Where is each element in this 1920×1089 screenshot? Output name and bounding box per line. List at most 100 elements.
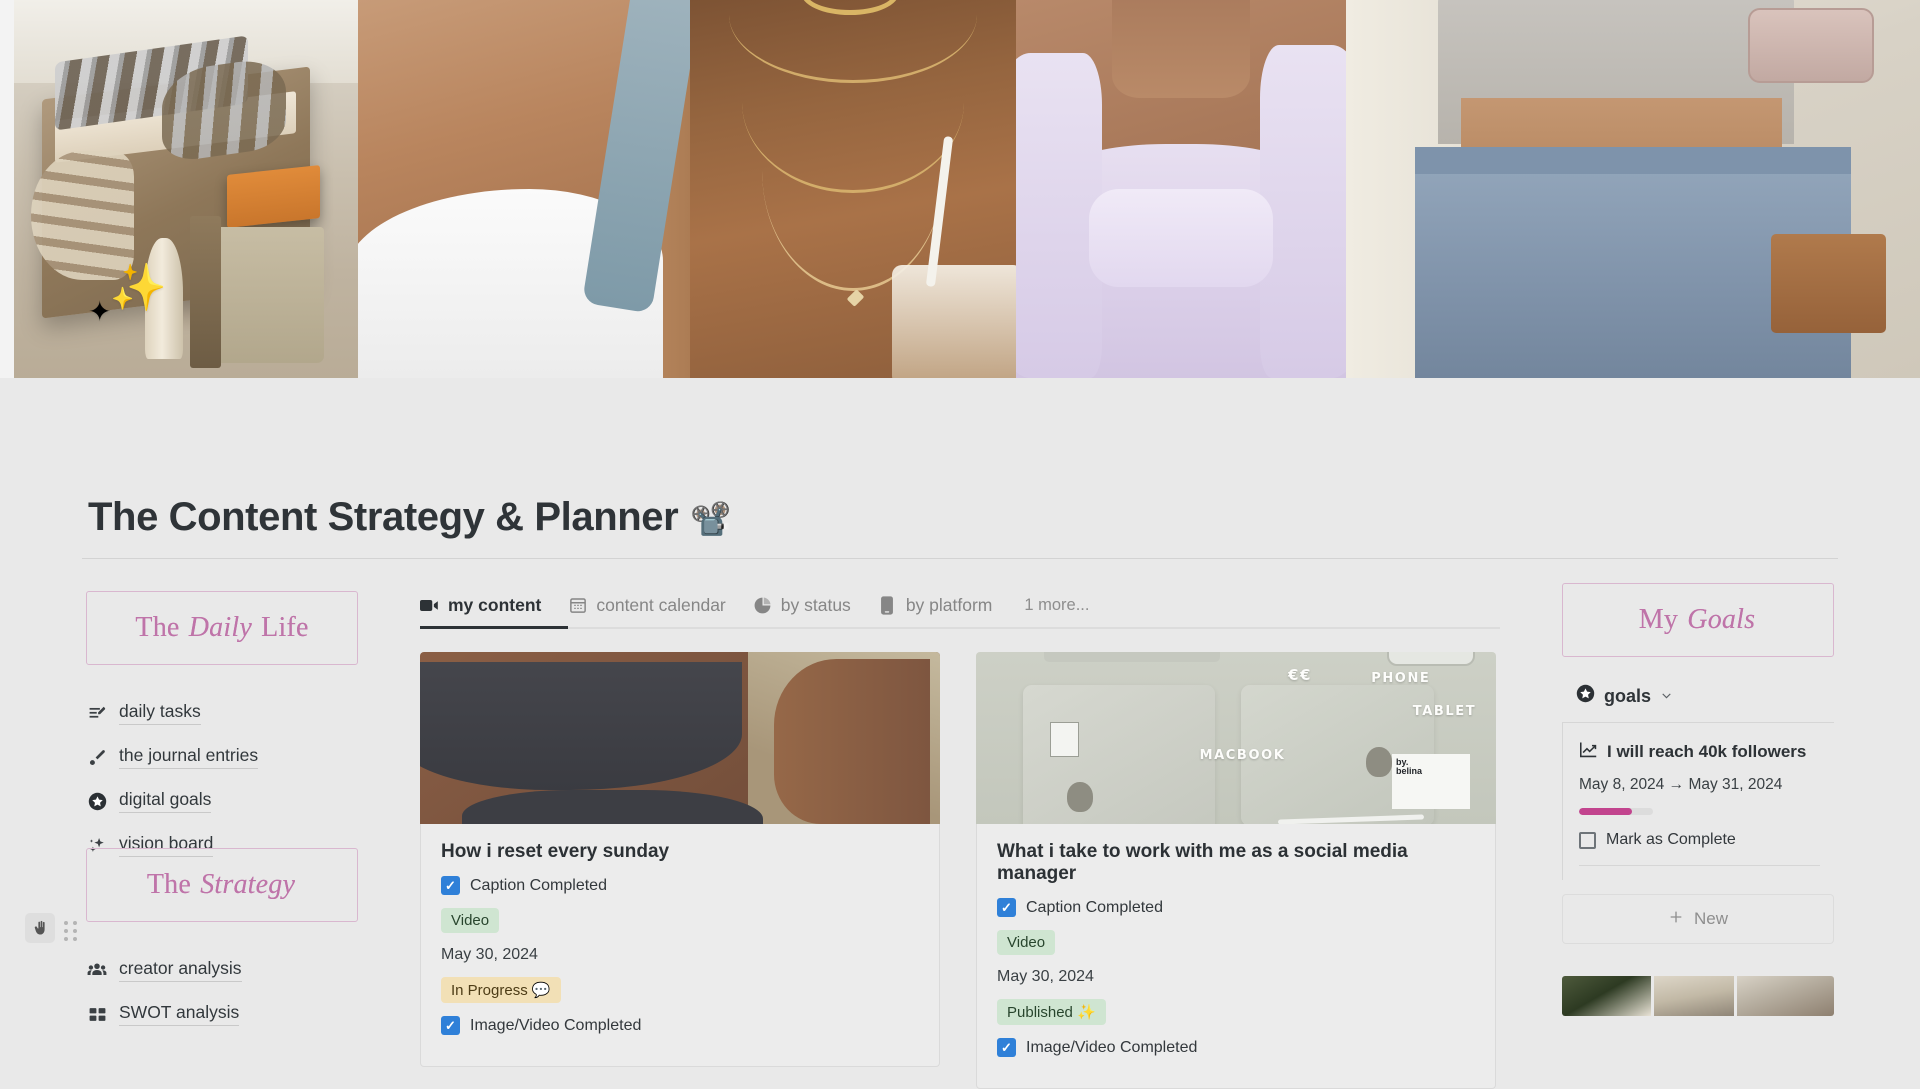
sparkle-large-icon: ✨ [109,261,167,313]
hand-cursor-icon [25,913,55,943]
goal-title-text: I will reach 40k followers [1607,742,1807,761]
card-thumbnail-desk-devices[interactable]: by. belina €€ PHONE TABLET MACBOOK [976,652,1496,824]
star-circle-icon [1576,684,1595,708]
checkbox-checked-icon[interactable]: ✓ [441,876,460,895]
my-goals-card[interactable]: My Goals [1562,583,1834,657]
people-group-icon [86,959,108,981]
media-completed-row[interactable]: ✓ Image/Video Completed [441,1016,919,1035]
tab-label: my content [448,594,542,615]
banner-image-gold-necklaces [690,0,1016,378]
checkbox-checked-icon[interactable]: ✓ [997,898,1016,917]
sidebar-item-label: the journal entries [119,745,259,769]
my-goals-label: My Goals [1638,604,1756,635]
gallery-strip [1562,976,1834,1016]
mark-complete-row[interactable]: Mark as Complete [1579,831,1820,849]
sidebar-item-label: creator analysis [119,958,242,982]
banner-gutter-left [0,0,14,378]
list-edit-icon [86,702,108,724]
checkbox-label: Caption Completed [1026,898,1163,916]
tab-label: content calendar [596,594,726,615]
tab-by-status[interactable]: by status [753,583,851,627]
video-camera-icon [420,596,439,615]
page-title-text: The Content Strategy & Planner [88,495,679,539]
card-title: How i reset every sunday [441,841,670,862]
sidebar-item-label: daily tasks [119,701,201,725]
new-goal-label: New [1693,909,1728,928]
gallery-thumb-1[interactable] [1562,976,1651,1016]
line-chart-up-icon [1579,741,1598,763]
sidebar-item-creator-analysis[interactable]: creator analysis [86,948,358,992]
card-date: May 30, 2024 [441,946,538,963]
checkbox-label: Image/Video Completed [1026,1038,1198,1056]
sidebar-section-daily-life: The Daily Life daily tasks the journal e… [86,591,358,867]
thumbnail-handwriting-label: €€ [1288,665,1313,684]
new-goal-button[interactable]: New [1562,894,1834,944]
arrow-right-icon: → [1668,776,1685,793]
banner-image-home-gym-shelf [14,0,358,378]
sidebar-nav-strategy: creator analysis SWOT analysis [86,948,358,1036]
thumbnail-handwriting-label: MACBOOK [1199,748,1286,764]
goal-item[interactable]: I will reach 40k followers May 8, 2024 →… [1562,723,1834,880]
content-card[interactable]: by. belina €€ PHONE TABLET MACBOOK What i… [976,652,1496,1089]
sparkles-icon: ✨ [1077,1004,1096,1021]
checkbox-checked-icon[interactable]: ✓ [997,1038,1016,1057]
content-type-pill: Video [997,930,1056,955]
gallery-thumb-3[interactable] [1737,976,1834,1016]
sidebar-item-the-journal-entries[interactable]: the journal entries [86,735,358,779]
tab-my-content[interactable]: my content [420,583,541,627]
sidebar-item-daily-tasks[interactable]: daily tasks [86,691,358,735]
main-content: my content content calendar by status by… [420,583,1500,1089]
sidebar-card-daily-life-label: The Daily Life [135,612,309,643]
checkbox-label: Image/Video Completed [470,1016,642,1034]
tabs-underline [420,626,1500,629]
drag-handle-icon[interactable] [64,921,77,941]
gallery-thumb-2[interactable] [1653,976,1735,1016]
sparkles-decoration: ✦✨ [86,261,167,326]
goal-date-range: May 8, 2024 → May 31, 2024 [1579,776,1783,793]
sticker-label: by. belina [1392,753,1470,809]
paintbrush-icon [86,746,108,768]
checkbox-label: Caption Completed [470,876,607,894]
tab-label: by status [780,594,851,615]
page-title: The Content Strategy & Planner 📽️ [88,495,731,540]
sidebar-card-strategy[interactable]: The Strategy [86,848,358,922]
content-card[interactable]: How i reset every sunday ✓ Caption Compl… [420,652,940,1089]
sidebar-item-digital-goals[interactable]: digital goals [86,779,358,823]
sidebar-nav-daily-life: daily tasks the journal entries digital … [86,691,358,867]
status-pill: Published ✨ [997,999,1106,1025]
more-tabs-button[interactable]: 1 more... [1024,596,1089,615]
thumbnail-handwriting-label: TABLET [1412,703,1477,719]
goals-select-label: goals [1604,685,1652,706]
mark-complete-label: Mark as Complete [1606,831,1736,848]
page-body: The Content Strategy & Planner 📽️ The Dai… [0,378,1920,1089]
banner-image-white-tank-top [358,0,690,378]
card-body: What i take to work with me as a social … [976,824,1496,1089]
view-tabs: my content content calendar by status by… [420,583,1500,627]
mobile-phone-icon [878,595,897,615]
tab-content-calendar[interactable]: content calendar [568,583,726,627]
tab-by-platform[interactable]: by platform [878,583,993,627]
caption-completed-row[interactable]: ✓ Caption Completed [441,876,919,895]
page-banner: ✦✨ [0,0,1920,378]
goal-title-row: I will reach 40k followers [1579,741,1820,763]
chevron-down-icon[interactable] [1660,686,1673,707]
pie-chart-icon [753,596,772,615]
caption-completed-row[interactable]: ✓ Caption Completed [997,898,1475,917]
sidebar-item-swot-analysis[interactable]: SWOT analysis [86,992,358,1036]
media-completed-row[interactable]: ✓ Image/Video Completed [997,1038,1475,1057]
sidebar-card-daily-life[interactable]: The Daily Life [86,591,358,665]
thumbnail-handwriting-label: PHONE [1371,670,1431,686]
checkbox-checked-icon[interactable]: ✓ [441,1016,460,1035]
speech-bubble-icon: 💬 [531,982,551,999]
star-circle-icon [86,790,108,812]
content-type-pill: Video [441,908,500,933]
checkbox-unchecked-icon[interactable] [1579,831,1596,849]
goals-select[interactable]: goals [1562,684,1834,708]
goal-progress-bar [1579,808,1653,815]
goal-progress-fill [1579,808,1633,815]
title-divider [82,558,1838,559]
sidebar-section-strategy: The Strategy creator analysis SWOT analy… [86,848,358,1036]
card-thumbnail-workout-outfit[interactable] [420,652,940,824]
right-panel-my-goals: My Goals goals I will reach 40k follower… [1562,583,1834,1016]
tab-label: by platform [905,594,993,615]
